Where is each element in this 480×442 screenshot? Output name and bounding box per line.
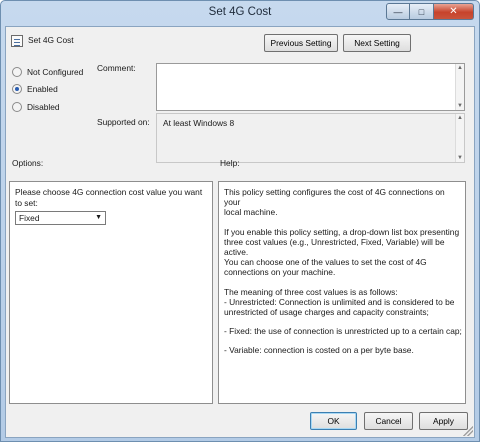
radio-button-selected[interactable]	[12, 84, 22, 94]
maximize-button[interactable]: □	[410, 3, 434, 20]
policy-setting-icon	[11, 35, 23, 47]
radio-label-disabled: Disabled	[27, 102, 60, 112]
radio-enabled[interactable]: Enabled	[12, 84, 58, 94]
apply-button[interactable]: Apply	[419, 412, 468, 430]
radio-button[interactable]	[12, 67, 22, 77]
supported-scrollbar[interactable]: ▲ ▼	[455, 114, 464, 162]
cost-dropdown[interactable]: Fixed ▼	[15, 211, 106, 225]
help-line: You can choose one of the values to set …	[224, 257, 427, 268]
next-setting-button[interactable]: Next Setting	[343, 34, 411, 52]
help-line: three cost values (e.g., Unrestricted, F…	[224, 236, 445, 258]
cost-dropdown-value: Fixed	[19, 213, 40, 223]
comment-scrollbar[interactable]: ▲ ▼	[455, 64, 464, 110]
options-panel: Please choose 4G connection cost value y…	[9, 181, 213, 404]
scroll-down-icon[interactable]: ▼	[456, 155, 464, 161]
help-line: - Fixed: the use of connection is unrest…	[224, 326, 462, 337]
supported-on-box: At least Windows 8 ▲ ▼	[156, 113, 465, 163]
radio-not-configured[interactable]: Not Configured	[12, 67, 83, 77]
dialog-window: Set 4G Cost — □ ✕ Set 4G Cost Previous S…	[0, 0, 480, 442]
help-heading: Help:	[220, 158, 240, 168]
help-panel: This policy setting configures the cost …	[218, 181, 466, 404]
help-text: This policy setting configures the cost …	[224, 187, 462, 356]
help-paragraph-gap	[224, 317, 462, 326]
close-button[interactable]: ✕	[434, 3, 474, 20]
minimize-icon: —	[393, 6, 403, 17]
radio-label-enabled: Enabled	[27, 84, 58, 94]
help-paragraph-gap	[224, 278, 462, 287]
options-prompt: Please choose 4G connection cost value y…	[15, 187, 203, 208]
title-bar[interactable]: Set 4G Cost — □ ✕	[1, 1, 479, 26]
radio-disabled[interactable]: Disabled	[12, 102, 60, 112]
previous-setting-button[interactable]: Previous Setting	[264, 34, 338, 52]
help-line: This policy setting configures the cost …	[224, 187, 445, 208]
chevron-down-icon[interactable]: ▼	[95, 214, 102, 221]
help-line: unrestricted of usage charges and capaci…	[224, 307, 429, 318]
supported-on-value: At least Windows 8	[163, 118, 235, 128]
dialog-body: Set 4G Cost Previous Setting Next Settin…	[5, 26, 475, 438]
help-line: - Unrestricted: Connection is unlimited …	[224, 296, 455, 307]
ok-button[interactable]: OK	[310, 412, 357, 430]
minimize-button[interactable]: —	[386, 3, 410, 20]
help-line: The meaning of three cost values is as f…	[224, 286, 398, 297]
setting-title: Set 4G Cost	[28, 35, 74, 45]
help-line: - Variable: connection is costed on a pe…	[224, 345, 414, 356]
scroll-down-icon[interactable]: ▼	[456, 103, 464, 109]
close-icon: ✕	[449, 6, 458, 17]
cancel-button[interactable]: Cancel	[364, 412, 413, 430]
comment-textarea[interactable]: ▲ ▼	[156, 63, 465, 111]
radio-button[interactable]	[12, 102, 22, 112]
supported-on-label: Supported on:	[97, 117, 150, 127]
help-line: If you enable this policy setting, a dro…	[224, 226, 460, 237]
help-line: local machine.	[224, 207, 278, 218]
options-heading: Options:	[12, 158, 44, 168]
maximize-icon: □	[418, 6, 425, 17]
scroll-up-icon[interactable]: ▲	[456, 65, 464, 71]
help-paragraph-gap	[224, 336, 462, 345]
resize-grip-icon[interactable]	[463, 426, 473, 436]
scroll-up-icon[interactable]: ▲	[456, 115, 464, 121]
help-line: connections on your machine.	[224, 267, 336, 278]
radio-label-not-configured: Not Configured	[27, 67, 84, 77]
comment-label: Comment:	[97, 63, 136, 73]
caption-buttons: — □ ✕	[386, 3, 474, 20]
help-paragraph-gap	[224, 218, 462, 227]
